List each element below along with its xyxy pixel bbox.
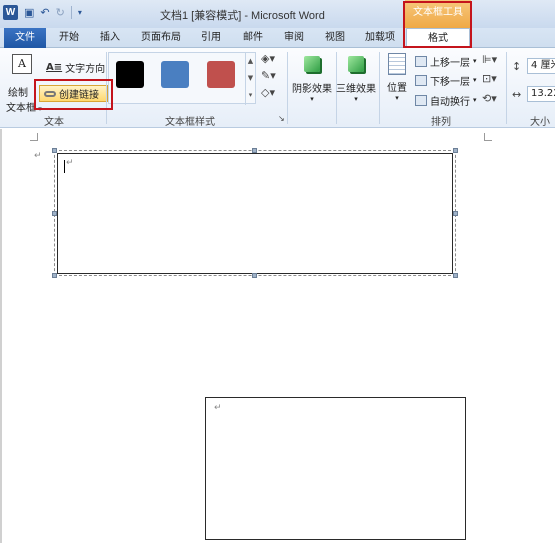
text-direction-icon: A≡: [46, 61, 63, 73]
resize-handle-bottom-left[interactable]: [52, 273, 57, 278]
word-logo-icon[interactable]: W: [3, 5, 18, 20]
shadow-effects-label: 阴影效果: [292, 84, 332, 95]
position-button[interactable]: 位置 ▾: [383, 53, 411, 102]
text-cursor: [64, 160, 65, 173]
tab-addins[interactable]: 加载项: [361, 28, 399, 48]
chevron-down-icon: ▾: [473, 96, 477, 104]
context-tab-highlight: [403, 1, 472, 48]
bring-forward-button[interactable]: 上移一层 ▾: [415, 54, 477, 69]
wrap-text-label: 自动换行: [430, 96, 470, 108]
chevron-down-icon: ▾: [473, 76, 477, 84]
fill-bucket-icon[interactable]: ◈▾: [261, 52, 275, 66]
width-icon: ↔: [512, 88, 522, 101]
text-direction-label: 文字方向: [65, 63, 106, 75]
height-input[interactable]: 4 厘米: [527, 58, 555, 74]
style-swatch-red[interactable]: [207, 61, 235, 88]
chevron-down-icon: ▾: [310, 95, 314, 103]
chevron-down-icon: ▾: [354, 95, 358, 103]
tab-home[interactable]: 开始: [54, 28, 84, 48]
textbox-icon: A: [12, 54, 32, 74]
height-icon: ↕: [512, 60, 522, 73]
width-input[interactable]: 13.22: [527, 86, 555, 102]
chevron-down-icon: ▾: [395, 94, 399, 102]
3d-effects-label: 三维效果: [336, 84, 376, 95]
crop-mark: [484, 140, 492, 141]
group-separator: [506, 52, 507, 124]
style-swatch-black[interactable]: [116, 61, 144, 88]
position-label: 位置: [387, 83, 407, 94]
document-page[interactable]: ↵ ↵ ↵: [0, 129, 555, 543]
paragraph-mark: ↵: [66, 158, 74, 168]
wrap-text-icon: [415, 94, 427, 106]
textbox-2[interactable]: ↵: [205, 397, 466, 540]
redo-icon[interactable]: ↻: [56, 5, 65, 20]
change-shape-icon[interactable]: ◇▾: [261, 86, 275, 100]
group-label-textbox-styles: 文本框样式: [165, 117, 215, 128]
word-window: W ▣ ↶ ↻ ▾ 文档1 [兼容模式] - Microsoft Word 文本…: [0, 0, 555, 543]
quick-access-toolbar: W ▣ ↶ ↻ ▾: [3, 5, 82, 20]
paragraph-mark: ↵: [214, 403, 222, 413]
send-backward-label: 下移一层: [430, 76, 470, 88]
resize-handle-left[interactable]: [52, 211, 57, 216]
bring-forward-icon: [415, 55, 427, 67]
style-swatch-blue[interactable]: [161, 61, 189, 88]
tab-page-layout[interactable]: 页面布局: [138, 28, 184, 48]
outline-pen-icon[interactable]: ✎▾: [261, 69, 276, 83]
customize-icon[interactable]: ▾: [78, 5, 82, 20]
crop-mark: [30, 140, 38, 141]
tab-insert[interactable]: 插入: [95, 28, 125, 48]
bring-forward-label: 上移一层: [430, 57, 470, 69]
tab-file[interactable]: 文件: [4, 28, 46, 48]
group-label-size: 大小: [530, 117, 550, 128]
group-label-arrange: 排列: [431, 117, 451, 128]
paragraph-mark: ↵: [34, 151, 42, 161]
3d-effects-icon: [348, 56, 364, 72]
dialog-launcher-icon[interactable]: ↘: [278, 112, 285, 126]
create-link-highlight: [34, 79, 113, 110]
group-icon[interactable]: ⊡▾: [482, 72, 497, 86]
resize-handle-top[interactable]: [252, 148, 257, 153]
resize-handle-right[interactable]: [453, 211, 458, 216]
resize-handle-top-right[interactable]: [453, 148, 458, 153]
position-icon: [388, 53, 406, 75]
group-label-text: 文本: [44, 117, 64, 128]
undo-icon[interactable]: ↶: [40, 5, 49, 20]
resize-handle-top-left[interactable]: [52, 148, 57, 153]
tab-references[interactable]: 引用: [196, 28, 226, 48]
qat-separator: [70, 6, 72, 19]
textbox-1[interactable]: ↵: [57, 153, 453, 274]
shadow-effects-button[interactable]: 阴影效果 ▾: [290, 56, 334, 103]
save-icon[interactable]: ▣: [24, 5, 34, 20]
align-icon[interactable]: ⊫▾: [482, 53, 497, 67]
resize-handle-bottom-right[interactable]: [453, 273, 458, 278]
rotate-icon[interactable]: ⟲▾: [482, 92, 497, 106]
send-backward-button[interactable]: 下移一层 ▾: [415, 73, 477, 88]
3d-effects-button[interactable]: 三维效果 ▾: [336, 56, 376, 103]
send-backward-icon: [415, 74, 427, 86]
text-direction-button[interactable]: A≡ 文字方向: [46, 60, 106, 75]
window-title: 文档1 [兼容模式] - Microsoft Word: [160, 10, 325, 22]
resize-handle-bottom[interactable]: [252, 273, 257, 278]
wrap-text-button[interactable]: 自动换行 ▾: [415, 93, 477, 108]
page-left-edge: [0, 129, 2, 543]
gallery-scroll-arrows[interactable]: ▲ ▼ ▾: [245, 53, 255, 105]
chevron-down-icon: ▾: [473, 57, 477, 65]
group-separator: [287, 52, 288, 124]
tab-view[interactable]: 视图: [320, 28, 350, 48]
draw-textbox-label-line1: 绘制: [8, 88, 28, 99]
tab-review[interactable]: 审阅: [279, 28, 309, 48]
shadow-effects-icon: [304, 56, 320, 72]
tab-mailings[interactable]: 邮件: [238, 28, 268, 48]
group-separator: [379, 52, 380, 124]
